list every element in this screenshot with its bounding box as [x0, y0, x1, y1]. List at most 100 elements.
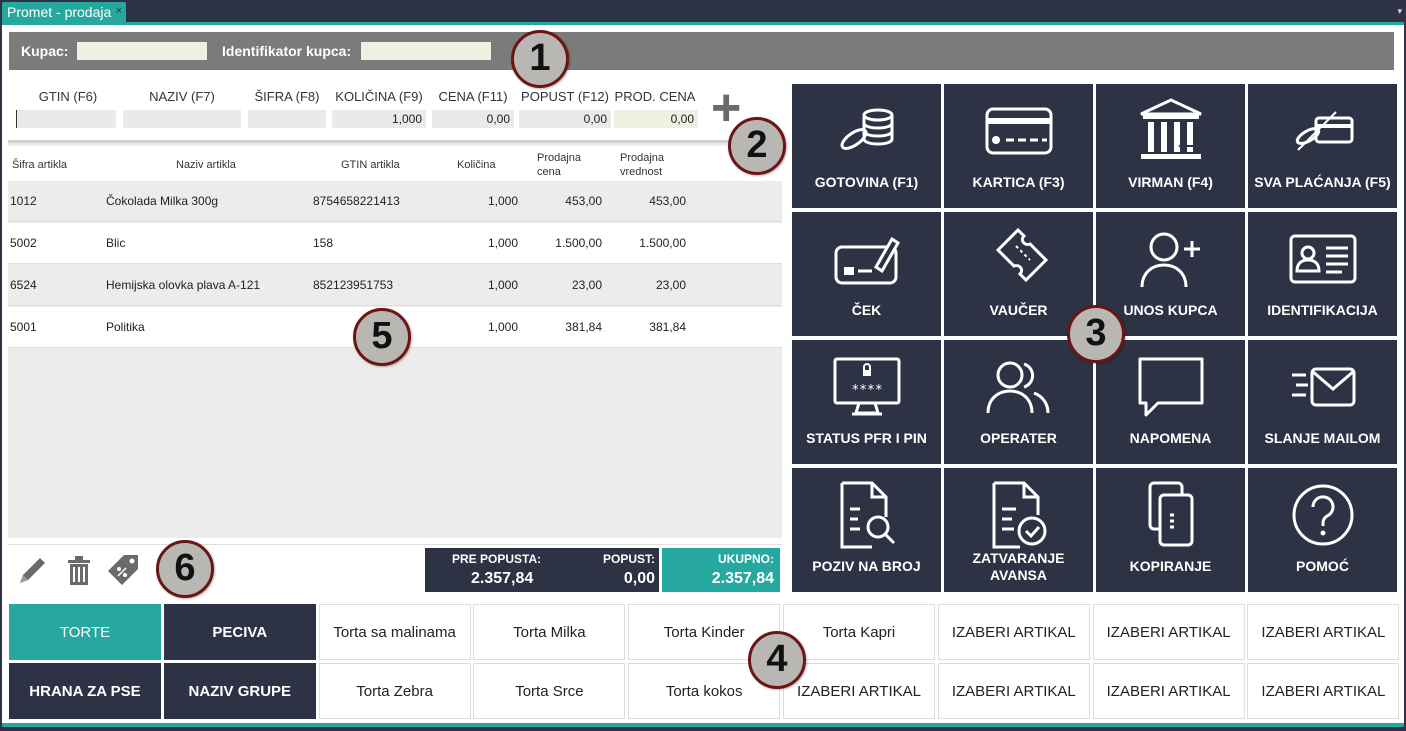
- cell-kolicina: 1,000: [487, 278, 518, 292]
- chevron-down-icon[interactable]: ▾: [1397, 6, 1402, 17]
- product-button[interactable]: IZABERI ARTIKAL: [1247, 663, 1400, 719]
- payment-button-10[interactable]: NAPOMENA: [1096, 340, 1245, 464]
- payment-button-8[interactable]: **** STATUS PFR I PIN: [792, 340, 941, 464]
- payment-button-13[interactable]: ZATVARANJE AVANSA: [944, 468, 1093, 592]
- payment-button-0[interactable]: GOTOVINA (F1): [792, 84, 941, 208]
- sifra-header: ŠIFRA (F8): [254, 89, 320, 104]
- naziv-header: NAZIV (F7): [149, 89, 215, 104]
- col-sifra: Šifra artikla: [12, 159, 68, 171]
- payment-button-14[interactable]: KOPIRANJE: [1096, 468, 1245, 592]
- cell-gtin: 852123951753: [313, 278, 394, 292]
- product-button[interactable]: Torta sa malinama: [318, 604, 471, 660]
- payment-button-4[interactable]: ČEK: [792, 212, 941, 336]
- payment-label: OPERATER: [980, 430, 1057, 446]
- sifra-input[interactable]: [248, 110, 326, 128]
- popust-input[interactable]: 0,00: [519, 110, 611, 128]
- payment-label: SLANJE MAILOM: [1264, 430, 1381, 446]
- product-button[interactable]: IZABERI ARTIKAL: [1092, 604, 1245, 660]
- category-button[interactable]: TORTE: [9, 604, 161, 660]
- cena-input[interactable]: 0,00: [432, 110, 514, 128]
- category-button[interactable]: NAZIV GRUPE: [163, 663, 316, 719]
- customer-bar: Kupac: Identifikator kupca:: [9, 32, 1394, 70]
- col-cena: Prodajna cena: [537, 152, 582, 178]
- table-row[interactable]: 6524 Hemijska olovka plava A-121 852123951…: [8, 265, 782, 306]
- product-button[interactable]: Torta Kapri: [783, 604, 935, 660]
- svg-text:****: ****: [851, 383, 882, 398]
- identifikator-label: Identifikator kupca:: [222, 43, 352, 59]
- table-row[interactable]: 1012 Čokolada Milka 300g 8754658221413 1,00…: [8, 181, 782, 222]
- callout-badge-2: 2: [728, 117, 786, 175]
- product-button[interactable]: IZABERI ARTIKAL: [1247, 604, 1400, 660]
- identifikator-input[interactable]: [361, 42, 491, 60]
- cell-naziv: Politika: [106, 320, 145, 334]
- id-card-icon: [1248, 224, 1397, 294]
- product-button[interactable]: IZABERI ARTIKAL: [1092, 663, 1245, 719]
- users-icon: [944, 352, 1093, 422]
- cell-naziv: Hemijska olovka plava A-121: [106, 278, 261, 292]
- tab-promet-prodaja[interactable]: Promet - prodaja ×: [2, 2, 126, 22]
- payment-label: POZIV NA BROJ: [812, 558, 921, 574]
- cell-kolicina: 1,000: [487, 194, 518, 208]
- cell-vrednost: 381,84: [649, 320, 686, 334]
- product-button[interactable]: Torta Zebra: [318, 663, 471, 719]
- col-vrednost: Prodajna vrednost: [620, 152, 665, 178]
- product-button[interactable]: IZABERI ARTIKAL: [937, 663, 1090, 719]
- naziv-input[interactable]: [123, 110, 241, 128]
- product-button[interactable]: IZABERI ARTIKAL: [783, 663, 935, 719]
- cell-gtin: 8754658221413: [313, 194, 400, 208]
- ticket-icon: [944, 224, 1093, 294]
- help-icon: [1248, 480, 1397, 550]
- category-button[interactable]: HRANA ZA PSE: [9, 663, 161, 719]
- callout-badge-1: 1: [511, 30, 569, 88]
- col-gtin: GTIN artikla: [341, 159, 400, 171]
- cell-gtin: 158: [313, 236, 334, 250]
- category-button[interactable]: PECIVA: [163, 604, 316, 660]
- cell-vrednost: 23,00: [655, 278, 686, 292]
- kupac-input[interactable]: [77, 42, 207, 60]
- popust-header: POPUST (F12): [521, 89, 609, 104]
- payment-label: SVA PLAĆANJA (F5): [1254, 174, 1391, 190]
- table-row[interactable]: 5002 Blic 158 1,000 1.500,00 1.500,00: [8, 223, 782, 264]
- discount-tag-icon[interactable]: [106, 553, 140, 587]
- product-button[interactable]: Torta Srce: [473, 663, 626, 719]
- callout-badge-6: 6: [156, 540, 214, 598]
- kolicina-header: KOLIČINA (F9): [335, 89, 423, 104]
- kolicina-input[interactable]: 1,000: [332, 110, 426, 128]
- coins-icon: [792, 96, 941, 166]
- payment-button-9[interactable]: OPERATER: [944, 340, 1093, 464]
- payment-button-3[interactable]: SVA PLAĆANJA (F5): [1248, 84, 1397, 208]
- tab-title: Promet - prodaja: [7, 4, 112, 20]
- trash-icon[interactable]: [62, 553, 96, 587]
- gtin-input[interactable]: [16, 110, 116, 128]
- speech-bubble-icon: [1096, 352, 1245, 422]
- payment-label: POMOĆ: [1296, 558, 1349, 574]
- totals-box: PRE POPUSTA: 2.357,84 POPUST: 0,00: [425, 548, 659, 592]
- payment-label: NAPOMENA: [1129, 430, 1212, 446]
- product-button[interactable]: Torta Milka: [473, 604, 626, 660]
- cell-cena: 381,84: [565, 320, 602, 334]
- edit-pencil-icon[interactable]: [16, 553, 50, 587]
- payment-button-15[interactable]: POMOĆ: [1248, 468, 1397, 592]
- prod-cena-input[interactable]: 0,00: [614, 110, 698, 128]
- cell-naziv: Blic: [106, 236, 126, 250]
- payment-button-11[interactable]: SLANJE MAILOM: [1248, 340, 1397, 464]
- monitor-lock-icon: ****: [792, 352, 941, 422]
- all-payments-icon: [1248, 96, 1397, 166]
- payment-button-12[interactable]: POZIV NA BROJ: [792, 468, 941, 592]
- payment-button-7[interactable]: IDENTIFIKACIJA: [1248, 212, 1397, 336]
- gtin-header: GTIN (F6): [38, 89, 98, 104]
- payment-label: VAUČER: [989, 302, 1048, 318]
- payment-label: KOPIRANJE: [1129, 558, 1212, 574]
- product-button[interactable]: IZABERI ARTIKAL: [937, 604, 1090, 660]
- payment-button-1[interactable]: KARTICA (F3): [944, 84, 1093, 208]
- cell-vrednost: 453,00: [649, 194, 686, 208]
- cell-cena: 23,00: [571, 278, 602, 292]
- payment-button-2[interactable]: VIRMAN (F4): [1096, 84, 1245, 208]
- cell-cena: 453,00: [565, 194, 602, 208]
- bank-icon: [1096, 96, 1245, 166]
- close-icon[interactable]: ×: [116, 5, 122, 17]
- cell-sifra: 5001: [10, 320, 37, 334]
- tab-bar: Promet - prodaja × ▾: [0, 0, 1406, 24]
- payment-label: KARTICA (F3): [972, 174, 1065, 190]
- credit-card-icon: [944, 96, 1093, 166]
